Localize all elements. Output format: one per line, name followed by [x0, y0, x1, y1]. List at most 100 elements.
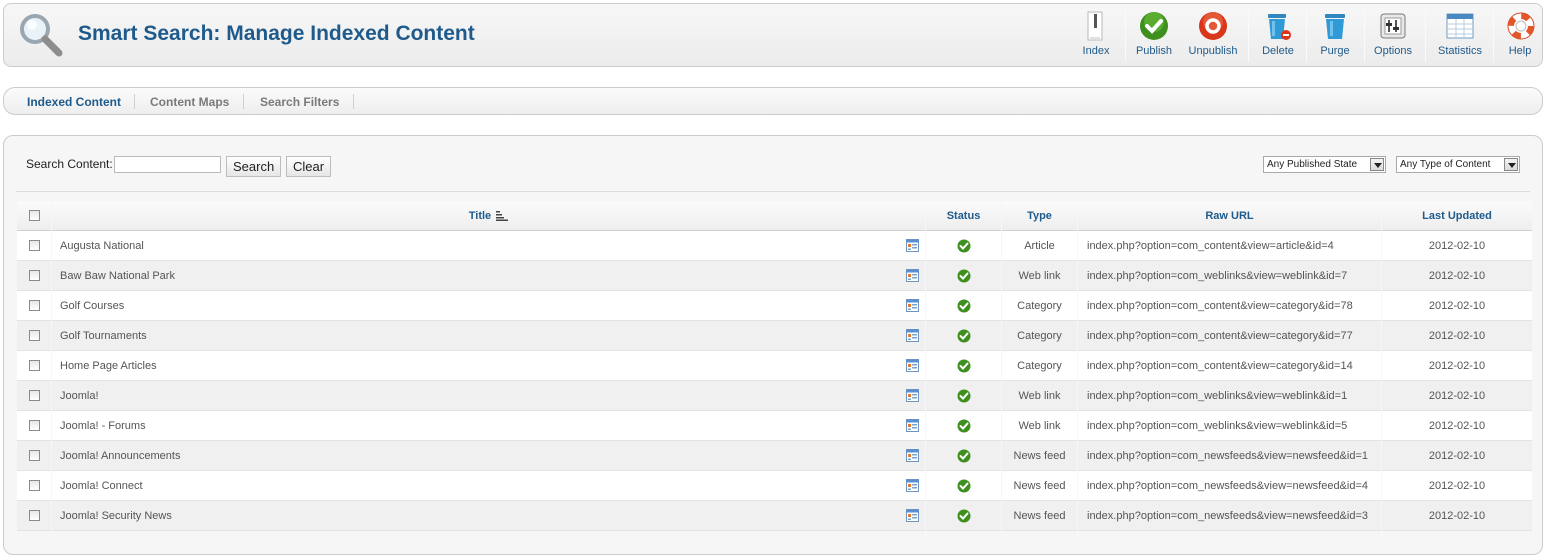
published-check-icon[interactable]	[957, 449, 971, 463]
table-row: Joomla! Security News News feed index.php?…	[17, 501, 1532, 531]
tab-search-filters[interactable]: Search Filters	[260, 95, 339, 109]
row-checkbox[interactable]	[28, 390, 40, 402]
published-check-icon[interactable]	[957, 479, 971, 493]
row-url: index.php?option=com_content&view=articl…	[1078, 231, 1381, 261]
column-header-type[interactable]: Type	[1002, 201, 1077, 231]
row-checkbox-cell	[17, 321, 51, 351]
row-title[interactable]: Home Page Articles	[60, 360, 157, 372]
published-check-icon[interactable]	[957, 509, 971, 523]
row-checkbox[interactable]	[28, 480, 40, 492]
row-title[interactable]: Joomla!	[60, 390, 99, 402]
row-checkbox[interactable]	[28, 450, 40, 462]
row-type: Web link	[1002, 381, 1077, 411]
help-button[interactable]: Help	[1505, 10, 1535, 62]
column-header-url[interactable]: Raw URL	[1078, 201, 1381, 231]
preview-icon[interactable]	[906, 389, 919, 402]
unpublish-button[interactable]: Unpublish	[1187, 10, 1239, 62]
row-checkbox[interactable]	[28, 270, 40, 282]
statistics-button[interactable]: Statistics	[1434, 10, 1486, 62]
publish-icon	[1140, 12, 1168, 40]
column-header-title[interactable]: Title	[52, 201, 925, 231]
purge-button[interactable]: Purge	[1315, 10, 1355, 62]
row-checkbox-cell	[17, 501, 51, 531]
published-check-icon[interactable]	[957, 269, 971, 283]
published-check-icon[interactable]	[957, 299, 971, 313]
index-button[interactable]: Index	[1077, 10, 1115, 62]
tab-indexed-content[interactable]: Indexed Content	[27, 95, 121, 109]
row-updated: 2012-02-10	[1382, 471, 1532, 501]
tab-content-maps[interactable]: Content Maps	[150, 95, 229, 109]
publish-button[interactable]: Publish	[1132, 10, 1176, 62]
published-check-icon[interactable]	[957, 419, 971, 433]
content-type-select[interactable]: Any Type of Content	[1396, 156, 1520, 173]
row-status-cell	[926, 381, 1001, 411]
row-checkbox[interactable]	[28, 240, 40, 252]
row-updated: 2012-02-10	[1382, 291, 1532, 321]
row-title[interactable]: Joomla! Connect	[60, 480, 143, 492]
row-status-cell	[926, 351, 1001, 381]
row-checkbox[interactable]	[28, 330, 40, 342]
row-updated: 2012-02-10	[1382, 501, 1532, 531]
row-title-cell: Joomla! Announcements	[52, 441, 925, 471]
delete-button[interactable]: Delete	[1258, 10, 1298, 62]
options-button[interactable]: Options	[1371, 10, 1415, 62]
preview-icon[interactable]	[906, 239, 919, 252]
row-title[interactable]: Golf Courses	[60, 300, 124, 312]
row-checkbox-cell	[17, 261, 51, 291]
row-title[interactable]: Joomla! - Forums	[60, 420, 146, 432]
help-icon	[1507, 12, 1535, 40]
published-check-icon[interactable]	[957, 389, 971, 403]
index-icon	[1087, 11, 1103, 41]
row-updated: 2012-02-10	[1382, 441, 1532, 471]
row-title[interactable]: Joomla! Security News	[60, 510, 172, 522]
row-title[interactable]: Augusta National	[60, 240, 144, 252]
row-title-cell: Augusta National	[52, 231, 925, 261]
row-checkbox[interactable]	[28, 300, 40, 312]
row-title-cell: Joomla! - Forums	[52, 411, 925, 441]
column-header-updated[interactable]: Last Updated	[1382, 201, 1532, 231]
row-url: index.php?option=com_newsfeeds&view=news…	[1078, 441, 1381, 471]
row-url: index.php?option=com_newsfeeds&view=news…	[1078, 471, 1381, 501]
search-button[interactable]: Search	[226, 156, 282, 177]
indexed-content-table: Title Status Type Raw URL Last Updated A…	[16, 201, 1533, 531]
preview-icon[interactable]	[906, 509, 919, 522]
row-title[interactable]: Baw Baw National Park	[60, 270, 175, 282]
table-row: Joomla! - Forums Web link index.php?option…	[17, 411, 1532, 441]
row-title-cell: Joomla! Security News	[52, 501, 925, 531]
row-updated: 2012-02-10	[1382, 231, 1532, 261]
published-state-select[interactable]: Any Published State	[1263, 156, 1386, 173]
row-type: News feed	[1002, 441, 1077, 471]
chevron-down-icon	[1370, 158, 1384, 171]
row-title[interactable]: Joomla! Announcements	[60, 450, 180, 462]
row-type: Category	[1002, 291, 1077, 321]
search-label: Search Content:	[26, 157, 113, 171]
clear-button[interactable]: Clear	[286, 156, 332, 177]
table-row: Augusta National Article index.php?option=…	[17, 231, 1532, 261]
preview-icon[interactable]	[906, 329, 919, 342]
preview-icon[interactable]	[906, 419, 919, 432]
row-status-cell	[926, 471, 1001, 501]
published-state-value: Any Published State	[1267, 159, 1358, 170]
preview-icon[interactable]	[906, 449, 919, 462]
column-header-status[interactable]: Status	[926, 201, 1001, 231]
select-all-checkbox[interactable]	[28, 210, 40, 222]
row-type: News feed	[1002, 501, 1077, 531]
row-url: index.php?option=com_weblinks&view=webli…	[1078, 411, 1381, 441]
search-input[interactable]	[114, 156, 221, 173]
preview-icon[interactable]	[906, 299, 919, 312]
statistics-icon	[1446, 13, 1474, 39]
row-title-cell: Baw Baw National Park	[52, 261, 925, 291]
published-check-icon[interactable]	[957, 359, 971, 373]
submenu-divider	[134, 94, 135, 109]
row-checkbox[interactable]	[28, 510, 40, 522]
row-checkbox[interactable]	[28, 360, 40, 372]
published-check-icon[interactable]	[957, 239, 971, 253]
preview-icon[interactable]	[906, 479, 919, 492]
preview-icon[interactable]	[906, 359, 919, 372]
row-title[interactable]: Golf Tournaments	[60, 330, 147, 342]
toolbar-divider	[1364, 10, 1365, 62]
toolbar-divider	[1306, 10, 1307, 62]
preview-icon[interactable]	[906, 269, 919, 282]
row-checkbox[interactable]	[28, 420, 40, 432]
published-check-icon[interactable]	[957, 329, 971, 343]
